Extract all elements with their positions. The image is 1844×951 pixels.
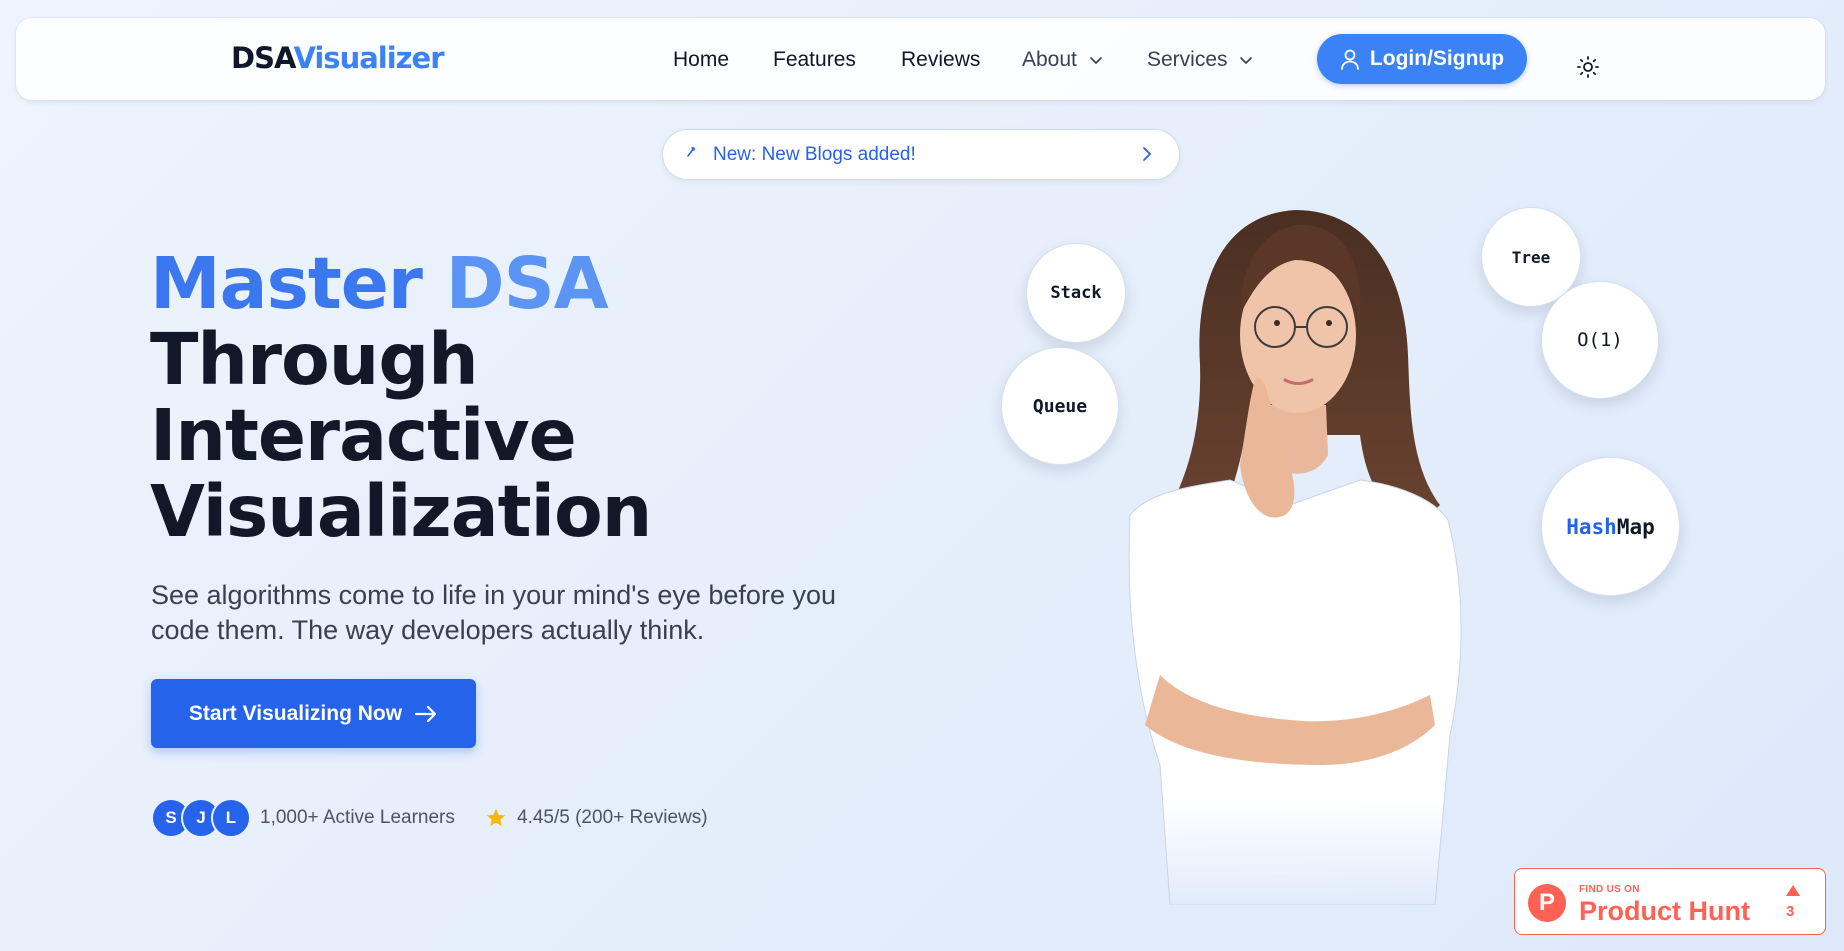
hero-title: Master DSA Through Interactive Visualiza… bbox=[150, 246, 652, 553]
product-hunt-logo-icon: P bbox=[1528, 884, 1566, 922]
sparkle-icon bbox=[687, 147, 695, 157]
nav-features[interactable]: Features bbox=[773, 48, 856, 72]
nav-home[interactable]: Home bbox=[673, 48, 729, 72]
thinking-woman-illustration bbox=[1128, 210, 1462, 905]
arrow-right-icon bbox=[414, 705, 437, 722]
sun-icon[interactable] bbox=[1576, 55, 1600, 79]
login-signup-label: Login/Signup bbox=[1369, 47, 1505, 70]
nav-services-label: Services bbox=[1147, 48, 1228, 71]
hero-title-master: Master bbox=[150, 242, 423, 325]
hero-title-line2: Through bbox=[150, 318, 479, 401]
upvote-triangle-icon bbox=[1786, 885, 1800, 896]
announcement-text: New: New Blogs added! bbox=[713, 144, 916, 165]
navbar: DSAVisualizer Home Features Reviews Abou… bbox=[16, 18, 1825, 100]
start-visualizing-label: Start Visualizing Now bbox=[188, 701, 403, 725]
nav-services[interactable]: Services bbox=[1147, 48, 1253, 72]
hero-subtitle: See algorithms come to life in your mind… bbox=[151, 580, 836, 645]
chevron-right-icon bbox=[1143, 147, 1151, 161]
nav-reviews[interactable]: Reviews bbox=[901, 48, 980, 72]
bubble-hashmap: Hash Map bbox=[1541, 457, 1680, 596]
bubble-stack: Stack bbox=[1026, 243, 1126, 343]
star-icon bbox=[486, 808, 506, 827]
nav-about[interactable]: About bbox=[1022, 48, 1103, 72]
bubble-hashmap-hash: Hash bbox=[1566, 514, 1617, 539]
active-learners-count: 1,000+ Active Learners bbox=[260, 807, 455, 828]
hero-title-line3: Interactive bbox=[150, 394, 577, 477]
rating-text: 4.45/5 (200+ Reviews) bbox=[517, 807, 708, 828]
login-signup-button[interactable]: Login/Signup bbox=[1317, 34, 1527, 84]
nav-about-label: About bbox=[1022, 48, 1077, 71]
product-hunt-count: 3 bbox=[1786, 903, 1795, 920]
avatar: L bbox=[211, 798, 251, 838]
learner-avatars: S J L bbox=[151, 798, 261, 838]
user-icon bbox=[1341, 49, 1359, 70]
start-visualizing-button[interactable]: Start Visualizing Now bbox=[151, 679, 476, 748]
bubble-hashmap-map: Map bbox=[1616, 514, 1655, 539]
product-hunt-badge[interactable]: P FIND US ON Product Hunt 3 bbox=[1514, 868, 1826, 935]
chevron-down-icon bbox=[1240, 57, 1253, 65]
hero-title-dsa: DSA bbox=[445, 242, 609, 325]
announcement-banner[interactable]: New: New Blogs added! bbox=[662, 129, 1180, 180]
hero-title-line4: Visualization bbox=[150, 470, 652, 553]
product-hunt-name: Product Hunt bbox=[1579, 896, 1750, 926]
bubble-queue: Queue bbox=[1001, 347, 1119, 465]
chevron-down-icon bbox=[1089, 57, 1102, 65]
product-hunt-find: FIND US ON bbox=[1579, 884, 1640, 895]
bubble-o1: O(1) bbox=[1541, 281, 1659, 399]
nav-links: Home Features Reviews About Services bbox=[16, 18, 1825, 100]
